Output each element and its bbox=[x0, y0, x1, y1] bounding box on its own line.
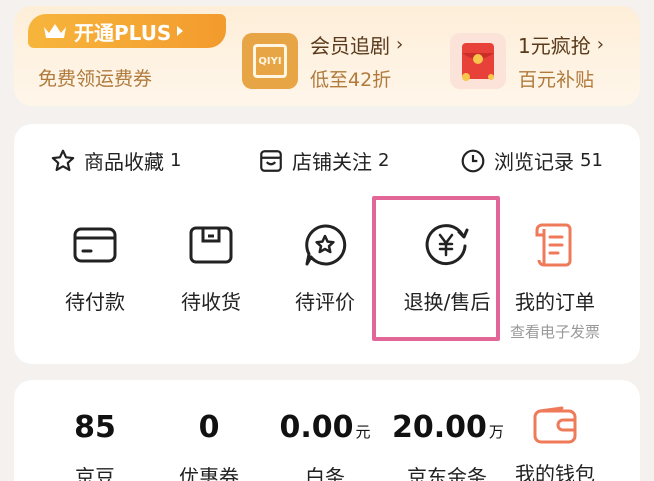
baitiao-value: 0.00 bbox=[279, 410, 354, 445]
shortcut-followed-stores[interactable]: 店铺关注 2 bbox=[258, 146, 389, 175]
my-wallet[interactable]: 我的钱包 bbox=[500, 406, 610, 481]
history-label: 浏览记录 bbox=[494, 150, 574, 174]
chevron-right-icon: › bbox=[396, 34, 404, 55]
wallet-coupons[interactable]: 0 优惠券 bbox=[154, 410, 264, 481]
my-wallet-label: 我的钱包 bbox=[515, 462, 595, 481]
my-orders[interactable]: 我的订单 查看电子发票 bbox=[500, 222, 610, 342]
wallet-jintiao[interactable]: 20.00 万 京东金条 bbox=[392, 410, 504, 481]
pending-payment-label: 待付款 bbox=[65, 290, 125, 314]
wallet-card-icon bbox=[73, 227, 117, 263]
order-pending-payment[interactable]: 待付款 bbox=[40, 222, 150, 315]
shortcut-row: 商品收藏 1 店铺关注 2 浏览记录 51 bbox=[14, 146, 640, 176]
coupons-label: 优惠券 bbox=[179, 465, 239, 481]
jingdou-value: 85 bbox=[74, 410, 116, 445]
crown-icon bbox=[44, 24, 66, 38]
order-pending-review[interactable]: 待评价 bbox=[270, 222, 380, 315]
favorites-count: 1 bbox=[170, 150, 182, 171]
my-orders-label: 我的订单 bbox=[515, 290, 595, 314]
jintiao-label: 京东金条 bbox=[407, 465, 487, 481]
coupons-value: 0 bbox=[198, 410, 220, 445]
jintiao-value: 20.00 bbox=[392, 410, 487, 445]
wallet-jingdou[interactable]: 85 京豆 bbox=[40, 410, 150, 481]
package-icon bbox=[189, 226, 233, 264]
baitiao-unit: 元 bbox=[355, 423, 371, 441]
red-envelope-thumbnail bbox=[450, 33, 506, 89]
wallet-baitiao[interactable]: 0.00 元 白条 bbox=[270, 410, 380, 481]
star-icon bbox=[51, 149, 75, 171]
orders-card: 商品收藏 1 店铺关注 2 浏览记录 51 待付款 待收货 待评价 退换/售后 … bbox=[14, 124, 640, 364]
open-plus-button[interactable]: 开通PLUS bbox=[28, 14, 226, 48]
plus-subtitle: 免费领运费券 bbox=[38, 68, 153, 90]
vip-drama-promo[interactable]: QIYI 会员追剧 › 低至42折 bbox=[242, 26, 403, 96]
red-envelope-icon bbox=[462, 43, 494, 81]
order-list-icon bbox=[535, 223, 572, 267]
review-star-bubble-icon bbox=[305, 224, 347, 266]
clock-icon bbox=[461, 149, 485, 172]
jingdou-label: 京豆 bbox=[75, 465, 115, 481]
vip-drama-subtitle: 低至42折 bbox=[310, 69, 392, 91]
order-pending-receipt[interactable]: 待收货 bbox=[156, 222, 266, 315]
pending-review-label: 待评价 bbox=[295, 290, 355, 314]
shortcut-favorites[interactable]: 商品收藏 1 bbox=[50, 146, 181, 175]
iqiyi-thumbnail: QIYI bbox=[242, 33, 298, 89]
iqiyi-logo-icon: QIYI bbox=[253, 44, 287, 78]
open-plus-label: 开通PLUS bbox=[74, 20, 172, 45]
view-invoice-link[interactable]: 查看电子发票 bbox=[500, 321, 610, 342]
history-count: 51 bbox=[580, 150, 603, 171]
one-yuan-subtitle: 百元补贴 bbox=[518, 69, 595, 91]
shortcut-history[interactable]: 浏览记录 51 bbox=[460, 146, 603, 175]
favorites-label: 商品收藏 bbox=[84, 150, 164, 174]
baitiao-label: 白条 bbox=[305, 465, 345, 481]
one-yuan-title: 1元疯抢 bbox=[518, 34, 591, 58]
chevron-right-icon: › bbox=[596, 34, 604, 55]
wallet-card: 85 京豆 0 优惠券 0.00 元 白条 20.00 万 京东金条 我的钱包 bbox=[14, 380, 640, 481]
one-yuan-promo[interactable]: 1元疯抢 › 百元补贴 bbox=[450, 26, 604, 96]
followed-stores-count: 2 bbox=[378, 150, 390, 171]
store-icon bbox=[260, 149, 282, 172]
highlight-box bbox=[372, 196, 500, 341]
pending-receipt-label: 待收货 bbox=[181, 290, 241, 314]
vip-drama-title: 会员追剧 bbox=[310, 34, 390, 58]
plus-promo-banner: 开通PLUS 免费领运费券 QIYI 会员追剧 › 低至42折 1元疯抢 › 百元补… bbox=[14, 6, 640, 106]
followed-stores-label: 店铺关注 bbox=[292, 150, 372, 174]
triangle-right-icon bbox=[177, 26, 184, 36]
wallet-icon bbox=[533, 406, 577, 444]
